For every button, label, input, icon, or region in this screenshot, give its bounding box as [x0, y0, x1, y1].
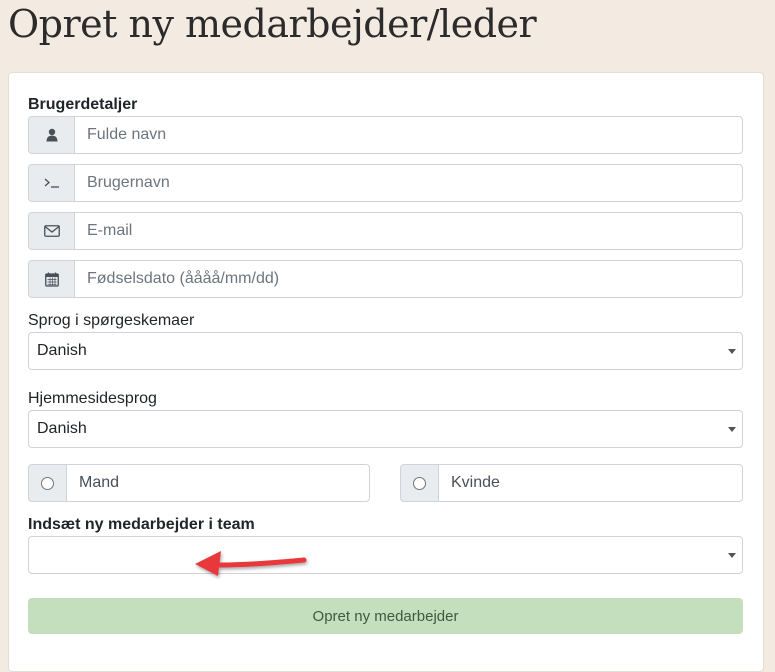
full-name-input[interactable] — [74, 116, 743, 154]
birthdate-input[interactable] — [74, 260, 743, 298]
questionnaire-language-value: Danish — [37, 342, 87, 359]
team-select[interactable] — [28, 536, 743, 574]
annotation-arrow-icon — [195, 551, 307, 576]
gender-female-radio-wrapper — [400, 464, 438, 502]
user-icon — [28, 116, 74, 154]
calendar-icon — [28, 260, 74, 298]
chevron-down-icon — [728, 553, 736, 558]
gender-male-label: Mand — [66, 464, 370, 502]
email-input[interactable] — [74, 212, 743, 250]
questionnaire-language-select[interactable]: Danish — [28, 332, 743, 370]
gender-female-label: Kvinde — [438, 464, 743, 502]
gender-male-radio-wrapper — [28, 464, 66, 502]
website-language-label: Hjemmesidesprog — [28, 390, 157, 407]
team-label: Indsæt ny medarbejder i team — [28, 516, 255, 533]
page-title: Opret ny medarbejder/leder — [8, 2, 537, 46]
full-name-group — [28, 116, 743, 154]
chevron-down-icon — [728, 349, 736, 354]
gender-female-option: Kvinde — [400, 464, 743, 502]
username-input[interactable] — [74, 164, 743, 202]
website-language-select[interactable]: Danish — [28, 410, 743, 448]
form-card — [8, 72, 764, 672]
terminal-icon — [28, 164, 74, 202]
questionnaire-language-label: Sprog i spørgeskemaer — [28, 312, 195, 329]
gender-male-radio[interactable] — [41, 476, 54, 490]
website-language-value: Danish — [37, 420, 87, 437]
birthdate-group — [28, 260, 743, 298]
create-employee-button[interactable]: Opret ny medarbejder — [28, 598, 743, 634]
gender-female-radio[interactable] — [413, 476, 426, 490]
username-group — [28, 164, 743, 202]
gender-male-option: Mand — [28, 464, 370, 502]
section-title: Brugerdetaljer — [28, 96, 138, 113]
chevron-down-icon — [728, 427, 736, 432]
envelope-icon — [28, 212, 74, 250]
email-group — [28, 212, 743, 250]
